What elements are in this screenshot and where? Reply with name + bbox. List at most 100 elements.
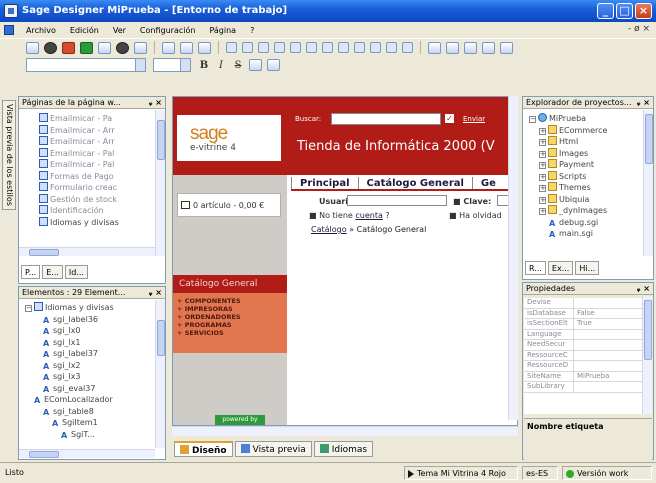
tab-elements[interactable]: E...: [42, 265, 63, 279]
property-value[interactable]: [574, 340, 577, 350]
panel-close-icon[interactable]: ᵩ ×: [637, 283, 650, 294]
tree-item[interactable]: Emailmicar - Pa: [39, 113, 155, 125]
tree-item[interactable]: Formas de Pago: [39, 170, 155, 183]
pointer-icon[interactable]: [428, 41, 441, 54]
property-value[interactable]: [574, 361, 577, 371]
tree-item[interactable]: A SgiItem1: [25, 417, 155, 429]
expand-icon[interactable]: −: [25, 305, 32, 312]
property-value[interactable]: [574, 351, 577, 361]
check-icon[interactable]: [354, 42, 365, 53]
enviar-link[interactable]: Enviar: [463, 115, 485, 123]
panel-close-icon[interactable]: ᵩ ×: [149, 287, 162, 298]
tree-item[interactable]: − MiPrueba: [529, 113, 641, 125]
maximize-button[interactable]: □: [616, 3, 633, 19]
property-row[interactable]: isSectionElt True: [524, 319, 642, 330]
canvas-vscrollbar[interactable]: [508, 96, 518, 420]
tree-item[interactable]: Asgi_lx3: [25, 371, 155, 383]
usuario-input[interactable]: [347, 195, 447, 206]
open-icon[interactable]: [44, 41, 57, 54]
tree-item[interactable]: Asgi_lx2: [25, 360, 155, 372]
tree-item[interactable]: A EComLocalizador: [25, 394, 155, 406]
copy-icon[interactable]: [198, 41, 211, 54]
status-theme[interactable]: Tema Mi Vitrina 4 Rojo: [404, 466, 518, 480]
tree-item[interactable]: + Ubiquia: [529, 193, 641, 206]
edit-icon[interactable]: [464, 41, 477, 54]
document-icon[interactable]: [4, 25, 14, 35]
cart-box[interactable]: 0 artículo - 0,00 €: [177, 193, 281, 217]
scroll-thumb[interactable]: [29, 249, 59, 256]
tree-item[interactable]: Emailmicar - Pal: [39, 147, 155, 160]
property-value[interactable]: [574, 382, 577, 392]
tree-item[interactable]: Emailmicar - Arr: [39, 136, 155, 148]
tree-item[interactable]: + Payment: [529, 159, 641, 171]
properties-scrollbar[interactable]: [642, 296, 652, 414]
tree-item[interactable]: + Html: [529, 136, 641, 148]
radio-icon[interactable]: [370, 42, 381, 53]
tree-item[interactable]: Asgi_label37: [25, 348, 155, 360]
search-checkbox[interactable]: ✓: [445, 114, 454, 123]
print-icon[interactable]: [98, 41, 111, 54]
cuenta-link[interactable]: cuenta: [355, 211, 383, 220]
property-value[interactable]: MiPrueba: [574, 372, 609, 382]
button-icon[interactable]: [306, 42, 317, 53]
elements-hscrollbar[interactable]: [19, 449, 155, 458]
publish-icon[interactable]: [80, 41, 93, 54]
tree-item[interactable]: + _dynImages: [529, 205, 641, 217]
catalog-item[interactable]: IMPRESORAS: [177, 305, 287, 313]
tree-item[interactable]: Asgi_lx0: [25, 325, 155, 337]
tree-item[interactable]: − Idiomas y divisas: [25, 302, 155, 314]
nav-ge[interactable]: Ge: [471, 177, 504, 189]
tree-item[interactable]: Emailmicar - Pal: [39, 159, 155, 171]
store-search-input[interactable]: [331, 113, 441, 125]
tree-item[interactable]: Gestión de stock: [39, 193, 155, 206]
mdi-controls[interactable]: - ø ×: [628, 24, 650, 34]
tree-item[interactable]: + Themes: [529, 182, 641, 194]
expand-icon[interactable]: +: [539, 173, 546, 181]
circle-icon[interactable]: [134, 41, 147, 54]
nav-catalogo[interactable]: Catálogo General: [357, 177, 472, 189]
highlight-icon[interactable]: [249, 59, 262, 71]
style-select[interactable]: [26, 58, 146, 72]
grid-icon[interactable]: [386, 42, 397, 53]
anchor-icon[interactable]: [500, 41, 513, 54]
tree-item[interactable]: Formulario creac: [39, 182, 155, 194]
property-value[interactable]: [574, 330, 577, 340]
property-row[interactable]: Devise: [524, 298, 642, 309]
tree-item[interactable]: Amain.sgi: [529, 228, 641, 240]
minimize-button[interactable]: _: [597, 3, 614, 19]
tree-item[interactable]: + Scripts: [529, 170, 641, 183]
tab-diseno[interactable]: Diseño: [174, 441, 233, 457]
expand-icon[interactable]: +: [539, 196, 546, 204]
tree-item[interactable]: + Images: [529, 147, 641, 160]
scroll-thumb[interactable]: [157, 320, 165, 356]
tab-vista-previa[interactable]: Vista previa: [234, 441, 312, 457]
menu-ver[interactable]: Ver: [111, 26, 128, 35]
tab-pages[interactable]: P...: [21, 265, 41, 279]
tab-languages[interactable]: Id...: [64, 265, 88, 279]
explorer-scrollbar[interactable]: [643, 110, 653, 256]
tree-item[interactable]: Adebug.sgi: [529, 217, 641, 229]
canvas-hscrollbar[interactable]: [172, 426, 518, 436]
catalog-item[interactable]: ORDENADORES: [177, 313, 287, 321]
property-value[interactable]: False: [574, 309, 595, 319]
property-value[interactable]: [574, 298, 577, 308]
scroll-thumb[interactable]: [157, 120, 165, 160]
expand-icon[interactable]: +: [539, 127, 546, 135]
property-row[interactable]: NeedSecur: [524, 340, 642, 351]
text-icon[interactable]: [258, 42, 269, 53]
styles-preview-tab[interactable]: Vista previa de los estilos: [2, 100, 16, 210]
record-icon[interactable]: [116, 41, 129, 54]
elements-scrollbar[interactable]: [155, 300, 165, 448]
property-row[interactable]: SubLibrary: [524, 382, 642, 393]
property-row[interactable]: SiteName MiPrueba: [524, 371, 642, 382]
expand-icon[interactable]: +: [539, 150, 546, 158]
expand-icon[interactable]: +: [539, 185, 546, 192]
scroll-thumb[interactable]: [644, 300, 652, 360]
panel-close-icon[interactable]: ᵩ ×: [637, 97, 650, 108]
title-bar[interactable]: Sage Designer MiPrueba - [Entorno de tra…: [0, 0, 656, 22]
forgot-text[interactable]: ■ Ha olvidad: [449, 211, 502, 220]
expand-icon[interactable]: +: [539, 208, 546, 215]
strike-button[interactable]: S: [232, 60, 244, 71]
property-row[interactable]: RessourceD: [524, 361, 642, 372]
color-icon[interactable]: [267, 59, 280, 71]
